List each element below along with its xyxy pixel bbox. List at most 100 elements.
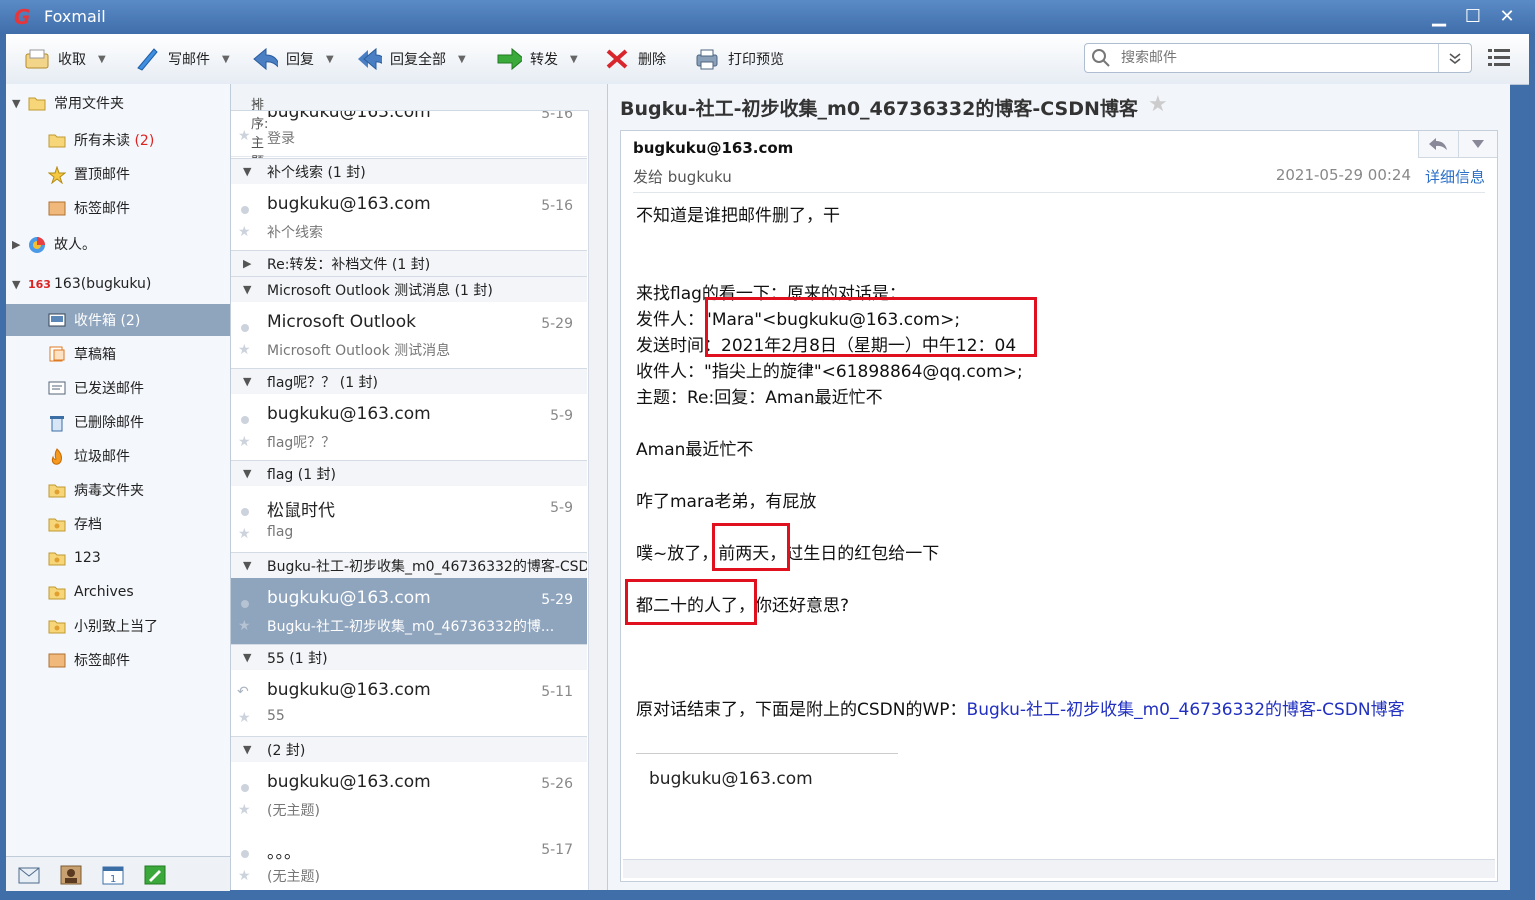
star-icon[interactable]: ★ (238, 526, 251, 542)
star-icon[interactable]: ★ (238, 128, 251, 144)
expand-triangle-icon[interactable]: ▼ (243, 559, 251, 572)
delete-button[interactable]: 删除 (604, 42, 666, 76)
sidebar-item-account-guren[interactable]: ▶ 故人。 (6, 228, 230, 260)
sidebar-item-label: 标签邮件 (74, 201, 130, 217)
chevron-down-icon[interactable] (1458, 131, 1497, 157)
star-icon[interactable]: ★ (238, 618, 251, 634)
sidebar-item-virus[interactable]: 病毒文件夹 (6, 474, 230, 506)
sender-address[interactable]: bugkuku@163.com (633, 139, 793, 157)
sidebar-item-label: 小别致上当了 (74, 619, 158, 635)
mail-view-icon[interactable] (18, 865, 40, 885)
list-item-selected[interactable]: bugkuku@163.com 5-29 ★ Bugku-社工-初步收集_m0_… (231, 578, 587, 645)
mail-group-header[interactable]: ▼ 补个线索 (1 封) (231, 158, 587, 185)
print-preview-button[interactable]: 打印预览 (694, 42, 784, 76)
mail-group-header[interactable]: ▼ flag (1 封) (231, 460, 587, 487)
fire-icon (48, 448, 66, 465)
mail-group-header[interactable]: ▼ 55 (1 封) (231, 644, 587, 671)
mail-group-header[interactable]: ▼ flag呢？？ (1 封) (231, 368, 587, 395)
search-input[interactable] (1119, 48, 1423, 68)
chevron-down-icon[interactable]: ▼ (222, 54, 230, 65)
reply-all-button[interactable]: 回复全部 ▼ (356, 42, 466, 76)
expand-triangle-icon[interactable]: ▼ (243, 743, 251, 756)
list-item[interactable]: bugkuku@163.com 5-26 ★ (无主题) (231, 762, 587, 829)
collapse-triangle-icon[interactable]: ▶ (243, 257, 251, 270)
star-icon[interactable]: ★ (238, 224, 251, 240)
body-line: 咋了mara老弟，有屁放 (636, 492, 817, 512)
expand-triangle-icon[interactable]: ▼ (243, 283, 251, 296)
close-button[interactable]: ✕ (1492, 4, 1522, 30)
sidebar-item-drafts[interactable]: 草稿箱 (6, 338, 230, 370)
expand-triangle-icon[interactable]: ▼ (243, 467, 251, 480)
sidebar-item-archives[interactable]: Archives (6, 576, 230, 608)
sidebar-item-xiaobie[interactable]: 小别致上当了 (6, 610, 230, 642)
contacts-icon[interactable] (60, 865, 82, 885)
forward-button[interactable]: 转发 ▼ (496, 42, 578, 76)
expand-triangle-icon[interactable]: ▼ (243, 165, 251, 178)
sidebar-item-123[interactable]: 123 (6, 542, 230, 574)
sidebar-item-label: Archives (74, 584, 134, 600)
expand-triangle-icon[interactable]: ▼ (12, 97, 20, 110)
list-item[interactable]: Microsoft Outlook 5-29 ★ Microsoft Outlo… (231, 302, 587, 369)
chevron-down-icon[interactable]: ▼ (326, 54, 334, 65)
sidebar-item-all-unread[interactable]: 所有未读 (2) (6, 124, 230, 156)
receive-button[interactable]: 收取 ▼ (24, 42, 106, 76)
mail-group-header[interactable]: ▼ Microsoft Outlook 测试消息 (1 封) (231, 276, 587, 303)
maximize-button[interactable]: ☐ (1458, 4, 1488, 30)
reading-pane: Bugku-社工-初步收集_m0_46736332的博客-CSDN博客 ★ bu… (608, 84, 1510, 890)
calendar-icon[interactable]: 1 (102, 865, 124, 885)
sidebar-item-pinned[interactable]: 置顶邮件 (6, 158, 230, 190)
netease-163-icon: 163 (28, 277, 51, 291)
sidebar-item-inbox[interactable]: 收件箱 (2) (6, 304, 230, 336)
minimize-button[interactable]: ▁ (1424, 4, 1454, 30)
search-options-chevron-icon[interactable] (1438, 44, 1471, 72)
chevron-down-icon[interactable]: ▼ (98, 54, 106, 65)
sidebar-item-account-163[interactable]: ▼ 163 163(bugkuku) (6, 268, 230, 300)
reply-arrow-icon[interactable] (1419, 131, 1457, 157)
body-line: 原对话结束了，下面是附上的CSDN的WP：Bugku-社工-初步收集_m0_46… (636, 700, 1405, 720)
hamburger-menu-icon[interactable] (1486, 46, 1514, 72)
mail-group-header[interactable]: ▶ Re:转发：补档文件 (1 封) (231, 250, 587, 277)
sidebar-item-archive-cn[interactable]: 存档 (6, 508, 230, 540)
sidebar-item-sent[interactable]: 已发送邮件 (6, 372, 230, 404)
inbox-tray-icon (24, 46, 50, 72)
search-box[interactable] (1084, 43, 1472, 73)
sidebar-item-label: 常用文件夹 (54, 96, 124, 112)
expand-triangle-icon[interactable]: ▼ (243, 651, 251, 664)
star-icon[interactable]: ★ (1148, 92, 1168, 117)
notes-icon[interactable] (144, 865, 166, 885)
collapse-triangle-icon[interactable]: ▶ (12, 238, 20, 251)
list-item[interactable]: ↶ bugkuku@163.com 5-11 ★ 55 (231, 670, 587, 737)
star-icon[interactable]: ★ (238, 868, 251, 884)
sidebar-item-junk[interactable]: 垃圾邮件 (6, 440, 230, 472)
compose-button[interactable]: 写邮件 ▼ (134, 42, 230, 76)
chevron-down-icon[interactable]: ▼ (570, 54, 578, 65)
sidebar-item-common-folders[interactable]: ▼ 常用文件夹 (6, 87, 230, 119)
star-icon[interactable]: ★ (238, 710, 251, 726)
mail-group-header[interactable]: ▼ (2 封) (231, 736, 587, 763)
drafts-icon (48, 346, 66, 362)
star-icon[interactable]: ★ (238, 434, 251, 450)
list-item[interactable]: 。。。 5-17 ★ (无主题) (231, 828, 587, 890)
sidebar-item-deleted[interactable]: 已删除邮件 (6, 406, 230, 438)
csdn-wp-link[interactable]: Bugku-社工-初步收集_m0_46736332的博客-CSDN博客 (967, 700, 1405, 720)
folder-icon (48, 516, 66, 532)
list-item[interactable]: bugkuku@163.com 5-16 ★ 补个线索 (231, 184, 587, 251)
inbox-icon (48, 312, 66, 328)
account-logo-icon (28, 236, 46, 253)
sidebar-item-tagged[interactable]: 标签邮件 (6, 192, 230, 224)
star-icon[interactable]: ★ (238, 342, 251, 358)
list-scrollbar[interactable] (588, 110, 607, 890)
list-item[interactable]: 松鼠时代 5-9 ★ flag (231, 486, 587, 553)
unread-count: (2) (134, 133, 155, 149)
details-link[interactable]: 详细信息 (1425, 166, 1485, 187)
star-icon[interactable]: ★ (238, 802, 251, 818)
read-status-dot (241, 784, 249, 792)
expand-triangle-icon[interactable]: ▼ (12, 278, 20, 291)
list-item[interactable]: bugkuku@163.com 5-9 ★ flag呢？？ (231, 394, 587, 461)
sidebar-item-tagged-2[interactable]: 标签邮件 (6, 644, 230, 676)
reply-button[interactable]: 回复 ▼ (252, 42, 334, 76)
mail-group-header[interactable]: ▼ Bugku-社工-初步收集_m0_46736332的博客-CSDN博客 (231, 552, 587, 579)
chevron-down-icon[interactable]: ▼ (458, 54, 466, 65)
expand-triangle-icon[interactable]: ▼ (243, 375, 251, 388)
horizontal-scrollbar[interactable] (623, 859, 1495, 878)
